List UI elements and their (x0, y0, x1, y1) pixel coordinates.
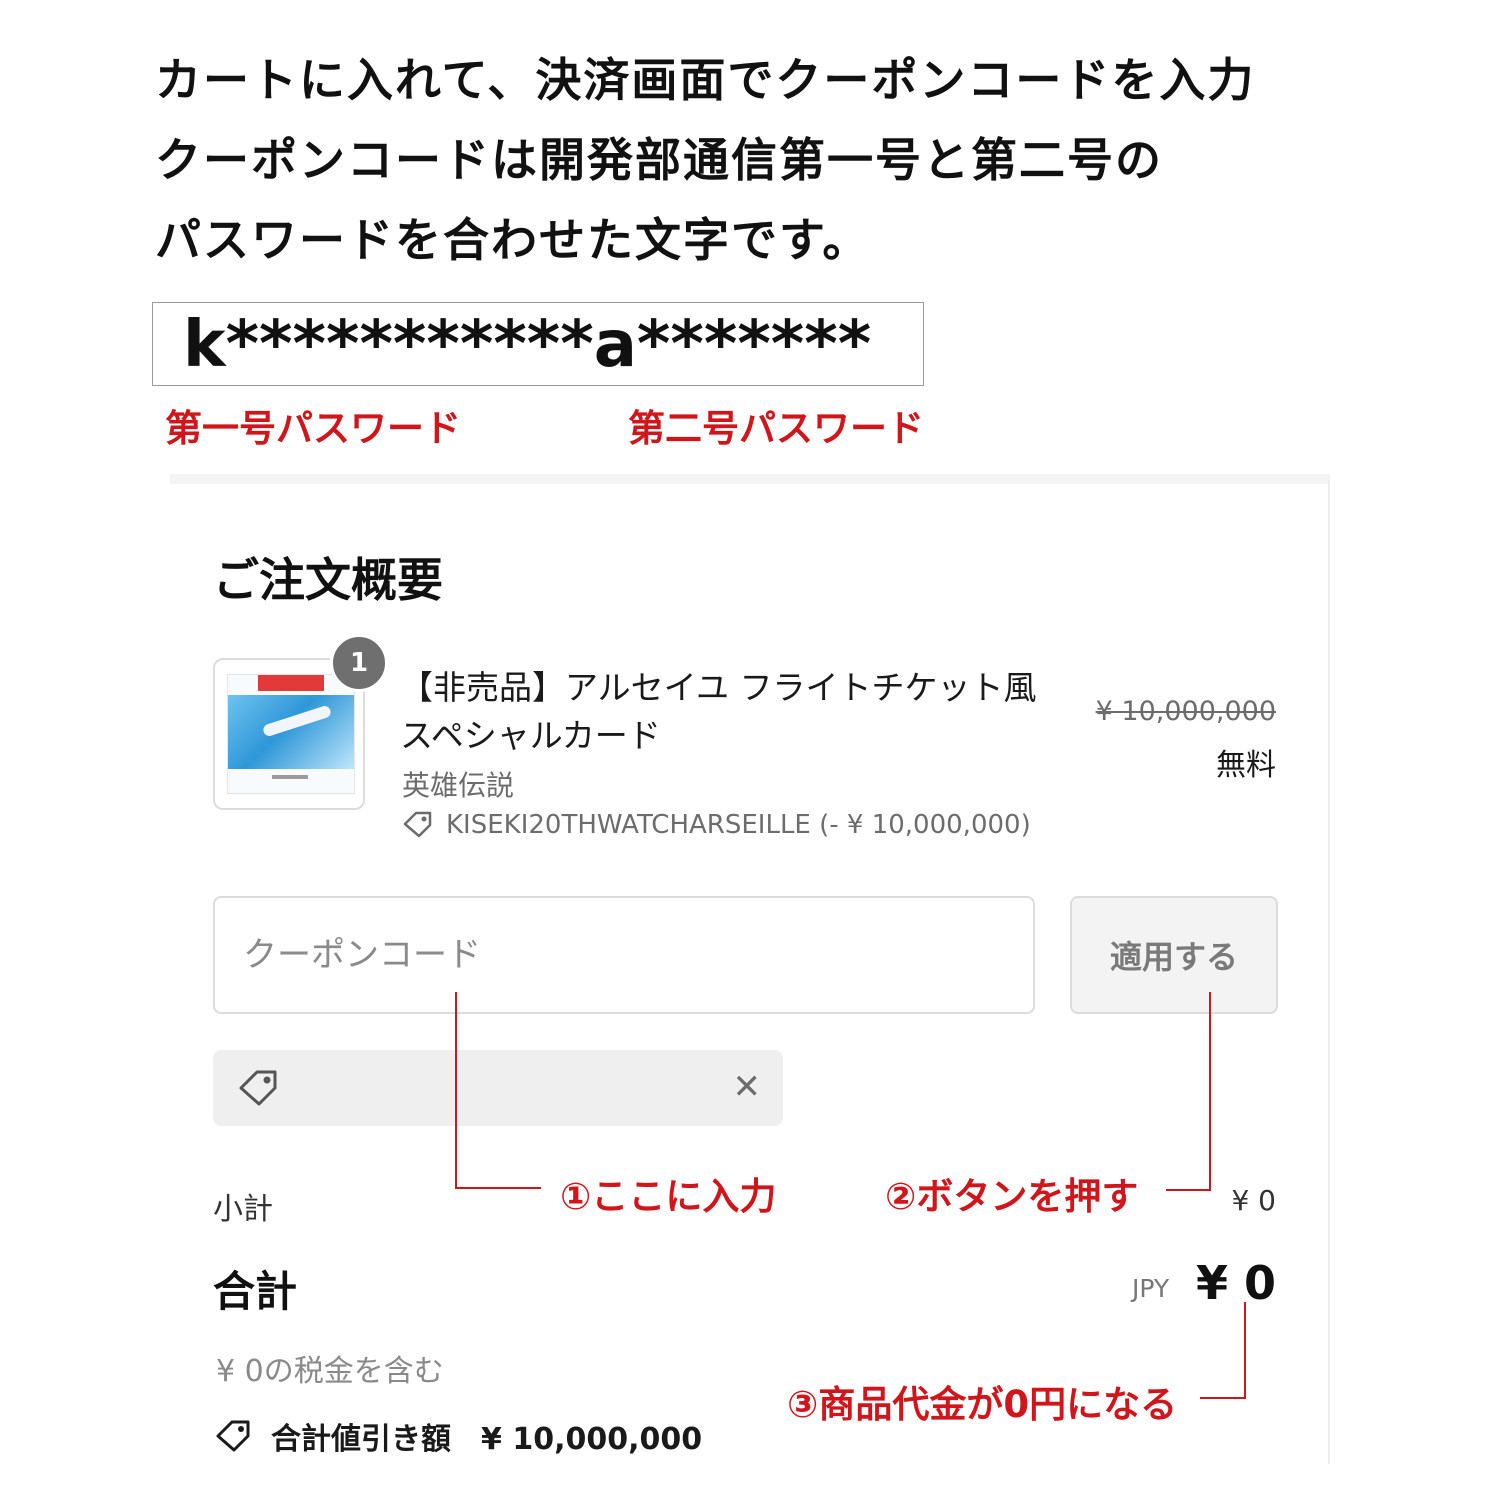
close-icon[interactable]: ✕ (733, 1068, 762, 1106)
tag-icon (239, 1070, 277, 1106)
instruction-line-1: カートに入れて、決済画面でクーポンコードを入力 (155, 53, 1256, 107)
subtotal-value: ¥ 0 (1231, 1184, 1276, 1217)
item-price: 無料 (1216, 748, 1276, 783)
step3-annotation: ③商品代金が0円になる (787, 1383, 1178, 1426)
subtotal-label: 小計 (213, 1192, 273, 1227)
discount-code-text: KISEKI20THWATCHARSEILLE (- ¥ 10,000,000) (446, 810, 1031, 840)
callout-line-3b (1200, 1397, 1246, 1399)
product-name-line-1: 【非売品】アルセイユ フライトチケット風 (400, 668, 1037, 707)
apply-coupon-button[interactable]: 適用する (1070, 896, 1278, 1014)
tag-icon (403, 811, 432, 838)
product-name: 【非売品】アルセイユ フライトチケット風 スペシャルカード (400, 664, 1037, 760)
step1-annotation: ①ここに入力 (560, 1175, 777, 1218)
tag-icon (216, 1420, 250, 1452)
first-password-label: 第一号パスワード (165, 407, 461, 450)
original-price: ¥ 10,000,000 (1095, 696, 1276, 727)
applied-code-chip: ✕ (213, 1050, 783, 1126)
coupon-code-input[interactable] (213, 896, 1035, 1014)
quantity-badge: 1 (330, 634, 388, 692)
tax-note: ¥ 0の税金を含む (216, 1354, 444, 1389)
total-value: ¥ 0 (1195, 1256, 1276, 1310)
coupon-code-example: k***********a******* (152, 302, 924, 386)
applied-discount: KISEKI20THWATCHARSEILLE (- ¥ 10,000,000) (402, 810, 1031, 840)
total-savings: 合計値引き額 ¥ 10,000,000 (215, 1414, 702, 1458)
callout-line-3 (1244, 1302, 1246, 1398)
product-name-line-2: スペシャルカード (400, 716, 661, 755)
total-savings-text: 合計値引き額 ¥ 10,000,000 (271, 1422, 703, 1457)
second-password-label: 第二号パスワード (628, 407, 924, 450)
flight-ticket-image (227, 674, 355, 794)
step2-annotation: ②ボタンを押す (885, 1175, 1139, 1218)
order-summary-title: ご注文概要 (213, 553, 443, 607)
instruction-line-3: パスワードを合わせた文字です。 (155, 213, 871, 267)
order-summary-panel: ご注文概要 1 【非売品】アルセイユ フライトチケット風 スペシャルカード 英雄… (170, 474, 1330, 1464)
callout-line-2b (1166, 1189, 1211, 1191)
callout-line-1b (455, 1187, 541, 1189)
currency-code: JPY (1132, 1274, 1170, 1303)
callout-line-2 (1209, 992, 1211, 1190)
total-label: 合計 (213, 1267, 298, 1316)
callout-line-1 (455, 992, 457, 1188)
instructions: カートに入れて、決済画面でクーポンコードを入力 クーポンコードは開発部通信第一号… (155, 40, 1455, 280)
instruction-line-2: クーポンコードは開発部通信第一号と第二号の (155, 133, 1163, 187)
product-variant: 英雄伝説 (402, 769, 515, 802)
